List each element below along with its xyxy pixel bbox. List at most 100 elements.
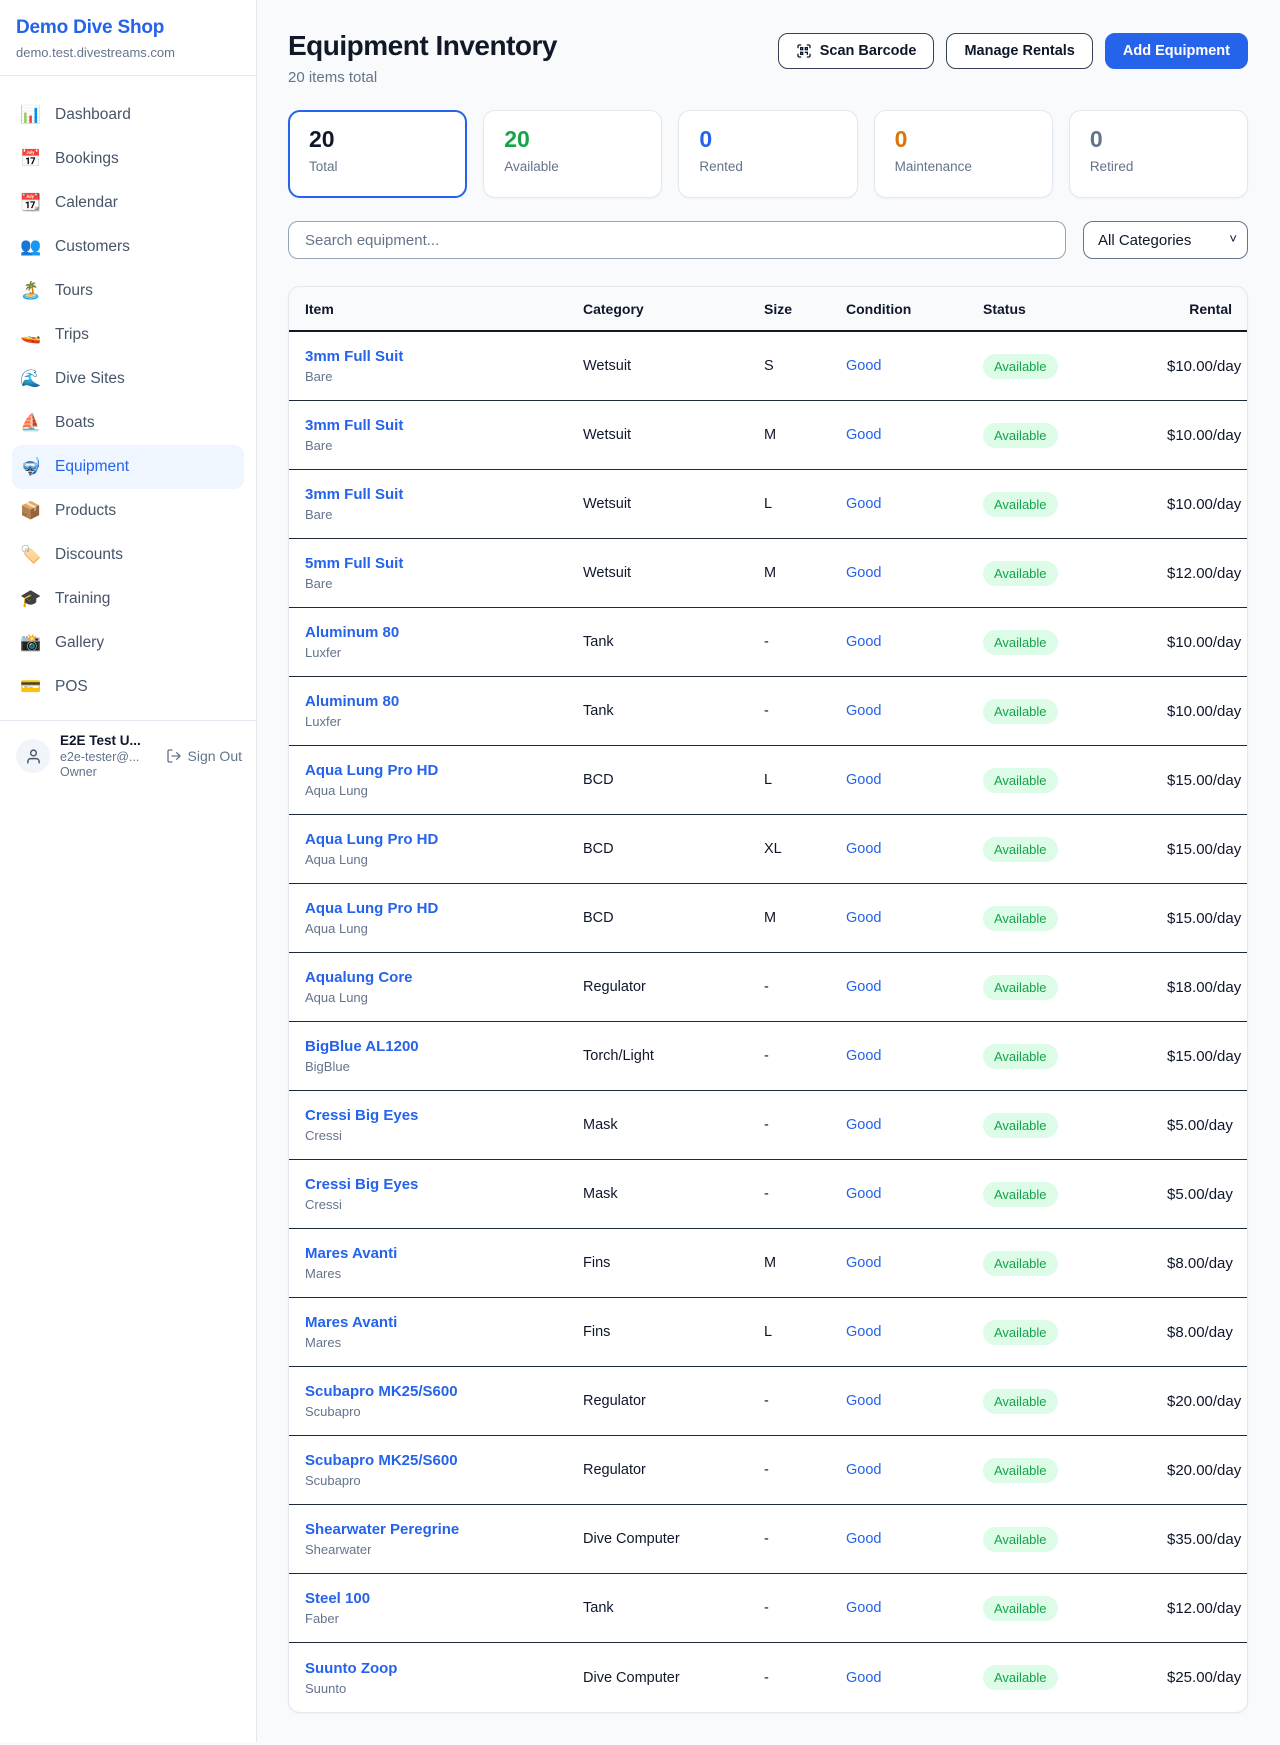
item-name-link[interactable]: Scubapro MK25/S600 [305,1383,583,1400]
item-cell: Steel 100 Faber [305,1590,583,1626]
item-name-link[interactable]: Aqualung Core [305,969,583,986]
sidebar-item-bookings[interactable]: 📅 Bookings [12,137,244,181]
condition-link[interactable]: Good [846,1393,983,1409]
rental-price: $15.00/day [1167,910,1241,927]
manage-rentals-button[interactable]: Manage Rentals [946,33,1092,69]
table-row[interactable]: Scubapro MK25/S600 Scubapro Regulator - … [289,1367,1247,1436]
condition-link[interactable]: Good [846,358,983,374]
table-row[interactable]: Shearwater Peregrine Shearwater Dive Com… [289,1505,1247,1574]
scan-barcode-button[interactable]: Scan Barcode [778,33,935,69]
table-row[interactable]: Aqualung Core Aqua Lung Regulator - Good… [289,953,1247,1022]
stat-value: 20 [309,126,446,153]
sign-out-button[interactable]: Sign Out [166,748,242,764]
item-name-link[interactable]: Shearwater Peregrine [305,1521,583,1538]
logout-icon [166,748,182,764]
item-name-link[interactable]: Cressi Big Eyes [305,1176,583,1193]
sidebar-item-dive-sites[interactable]: 🌊 Dive Sites [12,357,244,401]
table-row[interactable]: 3mm Full Suit Bare Wetsuit L Good Availa… [289,470,1247,539]
condition-link[interactable]: Good [846,1324,983,1340]
table-row[interactable]: 3mm Full Suit Bare Wetsuit S Good Availa… [289,332,1247,401]
condition-link[interactable]: Good [846,841,983,857]
sidebar-item-dashboard[interactable]: 📊 Dashboard [12,93,244,137]
table-row[interactable]: Cressi Big Eyes Cressi Mask - Good Avail… [289,1091,1247,1160]
condition-link[interactable]: Good [846,979,983,995]
sidebar-item-label: POS [55,678,88,696]
table-row[interactable]: Aqua Lung Pro HD Aqua Lung BCD XL Good A… [289,815,1247,884]
condition-link[interactable]: Good [846,1462,983,1478]
sidebar-item-equipment[interactable]: 🤿 Equipment [12,445,244,489]
condition-link[interactable]: Good [846,703,983,719]
condition-link[interactable]: Good [846,634,983,650]
condition-link[interactable]: Good [846,1117,983,1133]
size-cell: - [764,1048,846,1064]
stat-card-rented[interactable]: 0 Rented [678,110,857,198]
sidebar-item-boats[interactable]: ⛵ Boats [12,401,244,445]
sidebar-item-training[interactable]: 🎓 Training [12,577,244,621]
condition-link[interactable]: Good [846,1255,983,1271]
table-row[interactable]: Mares Avanti Mares Fins L Good Available… [289,1298,1247,1367]
item-name-link[interactable]: Mares Avanti [305,1314,583,1331]
items-total-subtitle: 20 items total [288,69,557,86]
stat-card-available[interactable]: 20 Available [483,110,662,198]
table-row[interactable]: Mares Avanti Mares Fins M Good Available… [289,1229,1247,1298]
item-brand: Mares [305,1266,583,1281]
stat-card-maintenance[interactable]: 0 Maintenance [874,110,1053,198]
table-row[interactable]: Aqua Lung Pro HD Aqua Lung BCD L Good Av… [289,746,1247,815]
category-select[interactable]: All Categories [1083,221,1248,259]
sidebar-item-products[interactable]: 📦 Products [12,489,244,533]
item-name-link[interactable]: Aluminum 80 [305,624,583,641]
sidebar-item-pos[interactable]: 💳 POS [12,665,244,709]
item-name-link[interactable]: Steel 100 [305,1590,583,1607]
category-cell: Fins [583,1324,764,1340]
item-name-link[interactable]: BigBlue AL1200 [305,1038,583,1055]
brand-name[interactable]: Demo Dive Shop [16,17,240,39]
sidebar-item-discounts[interactable]: 🏷️ Discounts [12,533,244,577]
item-name-link[interactable]: 3mm Full Suit [305,486,583,503]
table-row[interactable]: Scubapro MK25/S600 Scubapro Regulator - … [289,1436,1247,1505]
table-row[interactable]: Aluminum 80 Luxfer Tank - Good Available… [289,677,1247,746]
item-name-link[interactable]: Aqua Lung Pro HD [305,900,583,917]
sidebar-item-calendar[interactable]: 📆 Calendar [12,181,244,225]
search-input[interactable] [288,221,1066,259]
item-name-link[interactable]: Cressi Big Eyes [305,1107,583,1124]
item-name-link[interactable]: Scubapro MK25/S600 [305,1452,583,1469]
table-row[interactable]: Cressi Big Eyes Cressi Mask - Good Avail… [289,1160,1247,1229]
condition-link[interactable]: Good [846,1048,983,1064]
item-name-link[interactable]: Aqua Lung Pro HD [305,831,583,848]
avatar [16,739,50,773]
item-name-link[interactable]: 3mm Full Suit [305,417,583,434]
table-row[interactable]: Aqua Lung Pro HD Aqua Lung BCD M Good Av… [289,884,1247,953]
status-cell: Available [983,768,1167,793]
table-row[interactable]: 5mm Full Suit Bare Wetsuit M Good Availa… [289,539,1247,608]
condition-link[interactable]: Good [846,1186,983,1202]
item-cell: Mares Avanti Mares [305,1245,583,1281]
condition-link[interactable]: Good [846,1531,983,1547]
table-row[interactable]: 3mm Full Suit Bare Wetsuit M Good Availa… [289,401,1247,470]
item-name-link[interactable]: Aqua Lung Pro HD [305,762,583,779]
sidebar-item-trips[interactable]: 🚤 Trips [12,313,244,357]
condition-link[interactable]: Good [846,565,983,581]
condition-link[interactable]: Good [846,1600,983,1616]
condition-link[interactable]: Good [846,427,983,443]
condition-link[interactable]: Good [846,772,983,788]
item-name-link[interactable]: 3mm Full Suit [305,348,583,365]
condition-link[interactable]: Good [846,496,983,512]
table-row[interactable]: BigBlue AL1200 BigBlue Torch/Light - Goo… [289,1022,1247,1091]
stats-row: 20 Total 20 Available 0 Rented 0 Mainten… [288,110,1248,198]
sidebar-item-customers[interactable]: 👥 Customers [12,225,244,269]
condition-link[interactable]: Good [846,910,983,926]
item-name-link[interactable]: Aluminum 80 [305,693,583,710]
stat-card-total[interactable]: 20 Total [288,110,467,198]
table-row[interactable]: Suunto Zoop Suunto Dive Computer - Good … [289,1643,1247,1712]
stat-card-retired[interactable]: 0 Retired [1069,110,1248,198]
item-name-link[interactable]: Suunto Zoop [305,1660,583,1677]
table-row[interactable]: Aluminum 80 Luxfer Tank - Good Available… [289,608,1247,677]
item-name-link[interactable]: Mares Avanti [305,1245,583,1262]
item-name-link[interactable]: 5mm Full Suit [305,555,583,572]
sidebar-item-gallery[interactable]: 📸 Gallery [12,621,244,665]
add-equipment-button[interactable]: Add Equipment [1105,33,1248,69]
sidebar-item-tours[interactable]: 🏝️ Tours [12,269,244,313]
table-row[interactable]: Steel 100 Faber Tank - Good Available $1… [289,1574,1247,1643]
condition-link[interactable]: Good [846,1670,983,1686]
item-cell: BigBlue AL1200 BigBlue [305,1038,583,1074]
